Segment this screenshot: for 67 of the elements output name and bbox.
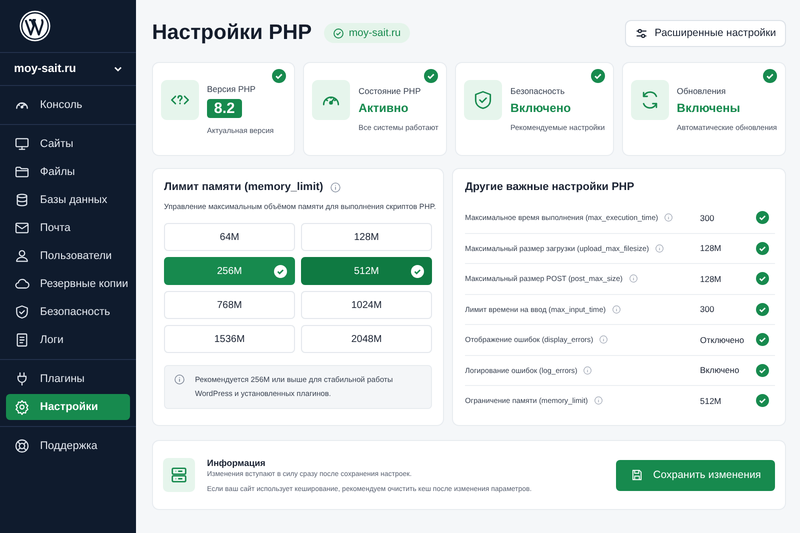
- panel-title: Лимит памяти (memory_limit): [164, 181, 324, 193]
- database-icon: [14, 192, 30, 208]
- check-circle-icon: [332, 28, 344, 38]
- setting-value: 512M: [700, 396, 722, 406]
- nav-item[interactable]: Плагины: [6, 366, 130, 392]
- nav-item[interactable]: Сайты: [6, 131, 130, 157]
- nav-item[interactable]: Резервные копии: [6, 271, 130, 297]
- info-icon[interactable]: [654, 244, 664, 253]
- info-icon[interactable]: [599, 335, 608, 344]
- settings-icon: [14, 399, 30, 415]
- check-circle-icon: [274, 265, 287, 278]
- stat-value: Включено: [510, 101, 571, 115]
- panel-title: Другие важные настройки PHP: [465, 181, 636, 193]
- memory-option[interactable]: 1536M: [164, 325, 295, 353]
- nav-item[interactable]: Почта: [6, 215, 130, 241]
- nav-item[interactable]: Логи: [6, 327, 130, 353]
- setting-value: 300: [700, 212, 716, 223]
- setting-value: 300: [700, 304, 716, 314]
- save-button[interactable]: Сохранить изменения: [616, 460, 775, 490]
- info-icon[interactable]: [583, 366, 592, 375]
- setting-value: 128M: [700, 274, 722, 284]
- nav-item[interactable]: Файлы: [6, 159, 130, 185]
- lifebuoy-icon: [14, 438, 30, 454]
- info-title: Информация: [207, 458, 266, 468]
- memory-option[interactable]: 768M: [164, 291, 295, 319]
- sliders-icon: [634, 26, 648, 40]
- advanced-settings-button[interactable]: Расширенные настройки: [624, 20, 786, 46]
- memory-option[interactable]: 512M: [301, 257, 432, 285]
- page-title: Настройки PHP: [152, 21, 312, 45]
- mail-icon: [14, 220, 30, 236]
- setting-value: Включено: [700, 365, 740, 376]
- memory-option[interactable]: 2048M: [301, 325, 432, 353]
- info-icon[interactable]: [594, 396, 603, 406]
- server-icon: [169, 465, 189, 485]
- stat-label: Состояние PHP: [358, 86, 421, 96]
- shield-check-icon: [14, 304, 30, 320]
- stat-label: Версия PHP: [207, 84, 256, 94]
- stat-value: Включены: [676, 101, 740, 115]
- folder-icon: [14, 164, 30, 180]
- memory-option[interactable]: 256M: [164, 257, 295, 285]
- version-badge: 8.2: [207, 98, 242, 118]
- stat-label: Безопасность: [510, 86, 565, 96]
- wordpress-logo-icon[interactable]: [18, 9, 52, 43]
- info-icon[interactable]: [330, 182, 342, 192]
- setting-value: Отключено: [700, 334, 746, 345]
- memory-option[interactable]: 128M: [301, 223, 432, 251]
- user-icon: [14, 248, 30, 264]
- monitor-icon: [14, 136, 30, 152]
- info-icon: [174, 374, 185, 385]
- check-circle-icon: [411, 265, 424, 278]
- nav-item[interactable]: Консоль: [6, 92, 130, 118]
- setting-value: 128M: [700, 243, 722, 254]
- nav-item[interactable]: Поддержка: [6, 433, 130, 459]
- stat-label: Обновления: [676, 86, 726, 96]
- nav-item[interactable]: Базы данных: [6, 187, 130, 213]
- site-selector[interactable]: moy-sait.ru: [0, 53, 136, 86]
- info-icon[interactable]: [628, 274, 638, 284]
- stat-value: Активно: [358, 101, 408, 115]
- document-icon: [14, 332, 30, 348]
- nav-item[interactable]: Безопасность: [6, 299, 130, 325]
- nav-item[interactable]: Пользователи: [6, 243, 130, 269]
- nav-item[interactable]: Настройки: [6, 394, 130, 420]
- memory-option[interactable]: 64M: [164, 223, 295, 251]
- info-icon[interactable]: [612, 304, 621, 314]
- memory-option[interactable]: 1024M: [301, 291, 432, 319]
- info-icon[interactable]: [664, 213, 674, 222]
- site-badge: moy-sait.ru: [324, 23, 410, 43]
